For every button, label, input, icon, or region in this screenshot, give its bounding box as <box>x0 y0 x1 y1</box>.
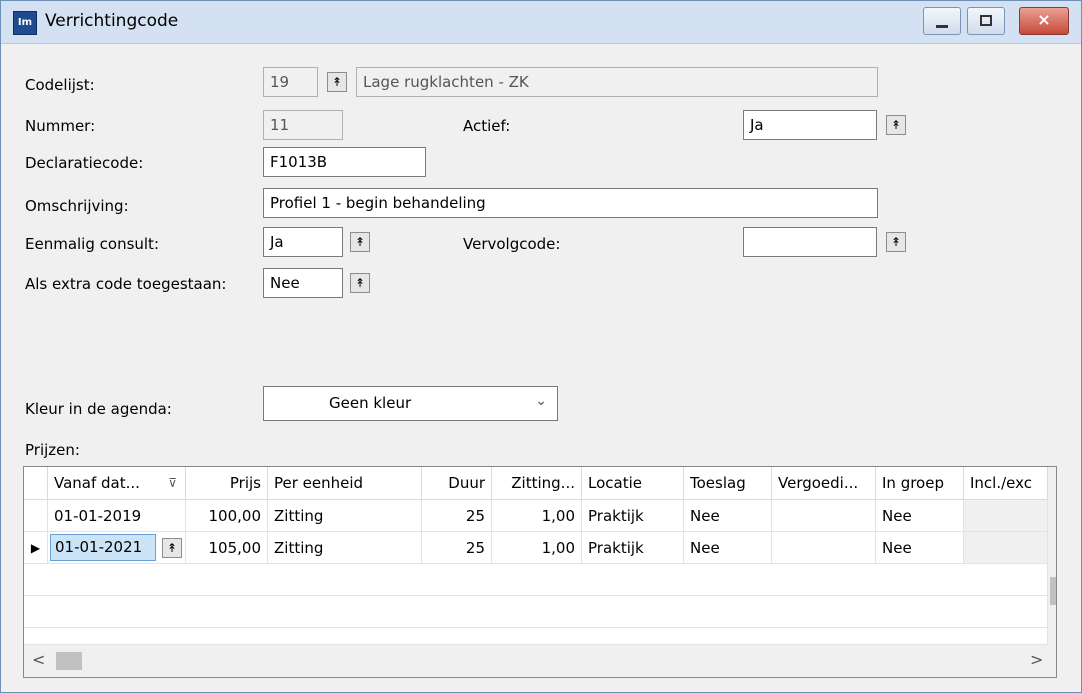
extra-code-field[interactable]: Nee <box>263 268 343 298</box>
minimize-button[interactable] <box>923 7 961 35</box>
empty-row[interactable] <box>24 564 1048 596</box>
minimize-icon <box>936 25 948 28</box>
table-row-cell-toeslag[interactable]: Nee <box>684 500 772 532</box>
eenmalig-label: Eenmalig consult: <box>25 235 159 253</box>
nummer-label: Nummer: <box>25 117 96 135</box>
column-header-vergoeding[interactable]: Vergoedi... <box>772 467 876 500</box>
column-header-per-eenheid[interactable]: Per eenheid <box>268 467 422 500</box>
row-indicator[interactable] <box>24 500 48 532</box>
column-header-duur[interactable]: Duur <box>422 467 492 500</box>
scroll-left-icon[interactable]: < <box>32 650 45 669</box>
eenmalig-dropdown-icon[interactable]: ↟ <box>350 232 370 252</box>
verrichtingcode-window: Im Verrichtingcode × Codelijst: 19 ↟ Lag… <box>0 0 1082 693</box>
vervolgcode-lookup-icon[interactable]: ↟ <box>886 232 906 252</box>
column-header-incl-excl[interactable]: Incl./exc <box>964 467 1048 500</box>
column-header-prijs[interactable]: Prijs <box>186 467 268 500</box>
kleur-label: Kleur in de agenda: <box>25 400 172 418</box>
eenmalig-field[interactable]: Ja <box>263 227 343 257</box>
actief-label: Actief: <box>463 117 511 135</box>
kleur-value: Geen kleur <box>329 394 412 412</box>
current-row-marker[interactable]: ▶ <box>24 532 48 564</box>
extra-code-dropdown-icon[interactable]: ↟ <box>350 273 370 293</box>
table-row-cell-vergoeding[interactable] <box>772 500 876 532</box>
table-row-cell-prijs[interactable]: 105,00 <box>186 532 268 564</box>
sort-icon: ⊽ <box>168 476 177 490</box>
empty-row[interactable] <box>24 596 1048 628</box>
table-row-cell-vanaf-editing[interactable]: 01-01-2021 ↟ <box>48 532 186 564</box>
column-header-zitting[interactable]: Zitting... <box>492 467 582 500</box>
title-bar: Im Verrichtingcode × <box>1 1 1081 44</box>
table-row-cell-locatie[interactable]: Praktijk <box>582 532 684 564</box>
scroll-right-icon[interactable]: > <box>1030 650 1043 669</box>
horizontal-scrollbar[interactable]: < > <box>24 645 1056 677</box>
prijzen-label: Prijzen: <box>25 441 80 459</box>
vervolgcode-field[interactable] <box>743 227 877 257</box>
table-row-cell-eenheid[interactable]: Zitting <box>268 532 422 564</box>
column-header-toeslag[interactable]: Toeslag <box>684 467 772 500</box>
table-row-cell-groep[interactable]: Nee <box>876 532 964 564</box>
table-row-cell-toeslag[interactable]: Nee <box>684 532 772 564</box>
codelijst-lookup-icon[interactable]: ↟ <box>327 72 347 92</box>
vervolgcode-label: Vervolgcode: <box>463 235 561 253</box>
date-picker-icon[interactable]: ↟ <box>162 538 182 558</box>
column-header-in-groep[interactable]: In groep <box>876 467 964 500</box>
table-row-cell-vanaf[interactable]: 01-01-2019 <box>48 500 186 532</box>
vertical-scrollbar[interactable]: ^ v <box>1048 467 1057 645</box>
column-header-locatie[interactable]: Locatie <box>582 467 684 500</box>
declaratiecode-field[interactable]: F1013B <box>263 147 426 177</box>
app-icon: Im <box>13 11 37 35</box>
kleur-select[interactable]: Geen kleur ⌄ <box>263 386 558 421</box>
table-row-cell-duur[interactable]: 25 <box>422 532 492 564</box>
maximize-button[interactable] <box>967 7 1005 35</box>
table-row-cell-eenheid[interactable]: Zitting <box>268 500 422 532</box>
declaratiecode-label: Declaratiecode: <box>25 154 144 172</box>
table-row-cell-vergoeding[interactable] <box>772 532 876 564</box>
scroll-up-icon[interactable]: ^ <box>1055 473 1056 492</box>
table-row-cell-zitting[interactable]: 1,00 <box>492 500 582 532</box>
actief-field[interactable]: Ja <box>743 110 877 140</box>
actief-dropdown-icon[interactable]: ↟ <box>886 115 906 135</box>
vanaf-editor[interactable]: 01-01-2021 <box>50 534 156 561</box>
nummer-field[interactable]: 11 <box>263 110 343 140</box>
maximize-icon <box>980 15 992 26</box>
table-row-cell-prijs[interactable]: 100,00 <box>186 500 268 532</box>
codelijst-name-field: Lage rugklachten - ZK <box>356 67 878 97</box>
prijzen-grid[interactable]: Vanaf dat... ⊽ Prijs Per eenheid Duur Zi… <box>23 466 1057 678</box>
column-header-vanaf-label: Vanaf dat... <box>54 474 140 492</box>
empty-row[interactable] <box>24 628 1048 645</box>
table-row-cell-incl[interactable] <box>964 532 1048 564</box>
extra-code-label: Als extra code toegestaan: <box>25 275 227 293</box>
table-row-cell-incl[interactable] <box>964 500 1048 532</box>
table-row-cell-locatie[interactable]: Praktijk <box>582 500 684 532</box>
row-indicator-header <box>24 467 48 500</box>
table-row-cell-groep[interactable]: Nee <box>876 500 964 532</box>
table-row-cell-duur[interactable]: 25 <box>422 500 492 532</box>
table-row-cell-zitting[interactable]: 1,00 <box>492 532 582 564</box>
omschrijving-field[interactable]: Profiel 1 - begin behandeling <box>263 188 878 218</box>
codelijst-label: Codelijst: <box>25 76 95 94</box>
scroll-down-icon[interactable]: v <box>1056 619 1057 638</box>
vertical-scroll-thumb[interactable] <box>1050 577 1056 605</box>
omschrijving-label: Omschrijving: <box>25 197 129 215</box>
chevron-down-icon: ⌄ <box>535 393 547 409</box>
horizontal-scroll-thumb[interactable] <box>56 652 82 670</box>
close-button[interactable]: × <box>1019 7 1069 35</box>
column-header-vanaf[interactable]: Vanaf dat... ⊽ <box>48 467 186 500</box>
window-title: Verrichtingcode <box>45 11 179 31</box>
codelijst-number-field[interactable]: 19 <box>263 67 318 97</box>
